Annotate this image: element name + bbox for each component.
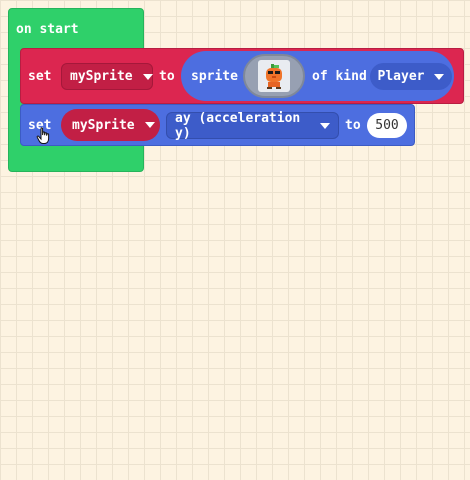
chevron-down-icon: [142, 73, 153, 80]
chevron-down-icon: [434, 73, 445, 80]
chevron-down-icon: [320, 122, 330, 129]
sprite-image-picker[interactable]: [243, 54, 305, 98]
property-label: ay (acceleration y): [175, 110, 301, 141]
sprite-variable-reporter[interactable]: mySprite: [61, 109, 160, 141]
property-dropdown[interactable]: ay (acceleration y): [166, 110, 339, 141]
on-start-label: on start: [16, 22, 79, 37]
value-input[interactable]: 500: [367, 113, 407, 138]
variable-dropdown[interactable]: mySprite: [61, 63, 153, 90]
kind-label: Player: [377, 69, 425, 84]
variable-label: mySprite: [72, 117, 135, 133]
orange-character-icon: [266, 64, 282, 89]
hand-pointer-icon: [36, 127, 50, 144]
chevron-down-icon: [144, 122, 155, 128]
kind-dropdown[interactable]: Player: [370, 63, 452, 90]
sprite-label: sprite: [191, 69, 238, 84]
variable-label: mySprite: [70, 69, 133, 84]
of-kind-label: of kind: [312, 69, 367, 84]
to-label: to: [345, 118, 361, 133]
value-text: 500: [375, 118, 399, 133]
sprite-image-preview: [258, 60, 290, 92]
set-label: set: [28, 69, 52, 84]
to-label: to: [159, 69, 175, 84]
